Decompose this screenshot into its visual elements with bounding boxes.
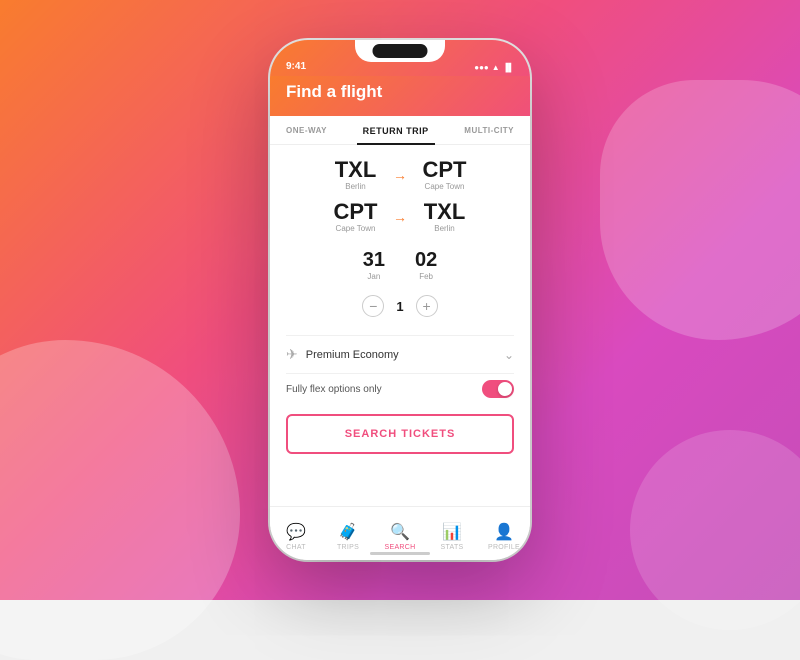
class-label: Premium Economy — [306, 349, 496, 361]
depart-date: 31 Jan — [363, 249, 385, 281]
destination-2: TXL Berlin — [417, 201, 472, 233]
trips-icon: 🧳 — [338, 522, 358, 542]
depart-day: 31 — [363, 249, 385, 272]
dest-city-1: Cape Town — [417, 182, 472, 191]
chat-icon: 💬 — [286, 522, 306, 542]
nav-stats-label: STATS — [440, 544, 463, 551]
toggle-thumb — [498, 382, 512, 396]
origin-2: CPT Cape Town — [328, 201, 383, 233]
arrow-icon-2: → — [393, 209, 407, 225]
notch-camera — [373, 44, 428, 58]
bg-blob-right — [600, 80, 800, 340]
arrow-icon-1: → — [393, 167, 407, 183]
flex-toggle-row: Fully flex options only — [270, 374, 530, 410]
origin-code-1: TXL — [328, 159, 383, 181]
route-row-return[interactable]: CPT Cape Town → TXL Berlin — [286, 201, 514, 233]
tab-multi-city[interactable]: MULTI-CITY — [458, 116, 514, 144]
search-tickets-button[interactable]: SEARCH TICKETS — [286, 414, 514, 454]
nav-trips-label: TRIPS — [337, 544, 359, 551]
phone-shell: 9:41 ●●● ▲ ▐▌ Find a flight ONE-WAY RETU… — [270, 40, 530, 560]
nav-stats[interactable]: 📊 STATS — [426, 516, 478, 551]
route-row-outbound[interactable]: TXL Berlin → CPT Cape Town — [286, 159, 514, 191]
origin-city-2: Cape Town — [328, 224, 383, 233]
routes-section: TXL Berlin → CPT Cape Town CPT Cape Town — [270, 145, 530, 335]
passengers-row: − 1 + — [286, 291, 514, 327]
class-selector[interactable]: ✈ Premium Economy ⌄ — [270, 336, 530, 373]
return-date: 02 Feb — [415, 249, 437, 281]
nav-search[interactable]: 🔍 SEARCH — [374, 516, 426, 551]
flex-label: Fully flex options only — [286, 384, 482, 395]
return-month: Feb — [415, 272, 437, 281]
dates-row[interactable]: 31 Jan 02 Feb — [286, 243, 514, 291]
return-day: 02 — [415, 249, 437, 272]
depart-month: Jan — [363, 272, 385, 281]
nav-profile[interactable]: 👤 PROFILE — [478, 516, 530, 551]
passenger-count: 1 — [396, 299, 403, 314]
decrease-passengers-button[interactable]: − — [362, 295, 384, 317]
origin-1: TXL Berlin — [328, 159, 383, 191]
nav-trips[interactable]: 🧳 TRIPS — [322, 516, 374, 551]
app-header: Find a flight — [270, 76, 530, 116]
nav-profile-label: PROFILE — [488, 544, 520, 551]
wifi-icon: ▲ — [492, 63, 500, 72]
nav-chat-label: CHAT — [286, 544, 306, 551]
battery-icon: ▐▌ — [503, 63, 514, 72]
phone-body: ONE-WAY RETURN TRIP MULTI-CITY TXL Berli… — [270, 116, 530, 468]
signal-icon: ●●● — [474, 63, 489, 72]
dest-code-1: CPT — [417, 159, 472, 181]
stats-icon: 📊 — [442, 522, 462, 542]
origin-city-1: Berlin — [328, 182, 383, 191]
class-icon: ✈ — [286, 346, 298, 363]
tab-return-trip[interactable]: RETURN TRIP — [357, 116, 435, 144]
nav-search-label: SEARCH — [385, 544, 416, 551]
nav-chat[interactable]: 💬 CHAT — [270, 516, 322, 551]
chevron-down-icon: ⌄ — [504, 348, 514, 362]
tab-one-way[interactable]: ONE-WAY — [286, 116, 333, 144]
dest-code-2: TXL — [417, 201, 472, 223]
trip-type-tabs: ONE-WAY RETURN TRIP MULTI-CITY — [270, 116, 530, 145]
profile-icon: 👤 — [494, 522, 514, 542]
page-title: Find a flight — [286, 82, 514, 102]
search-icon: 🔍 — [390, 522, 410, 542]
increase-passengers-button[interactable]: + — [416, 295, 438, 317]
status-icons: ●●● ▲ ▐▌ — [474, 63, 514, 72]
dest-city-2: Berlin — [417, 224, 472, 233]
home-indicator — [370, 552, 430, 555]
destination-1: CPT Cape Town — [417, 159, 472, 191]
status-time: 9:41 — [286, 61, 306, 72]
phone-device: 9:41 ●●● ▲ ▐▌ Find a flight ONE-WAY RETU… — [270, 40, 530, 560]
origin-code-2: CPT — [328, 201, 383, 223]
flex-toggle[interactable] — [482, 380, 514, 398]
search-btn-wrapper: SEARCH TICKETS — [270, 410, 530, 468]
phone-notch — [355, 40, 445, 62]
